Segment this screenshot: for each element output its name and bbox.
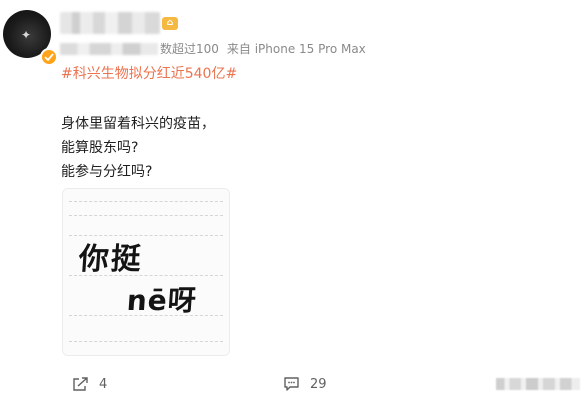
comment-count: 29: [310, 376, 327, 392]
vip-level-icon: ⌂: [162, 17, 178, 30]
paper-rule: [69, 215, 223, 216]
handwriting-line-2: nē呀: [125, 284, 198, 317]
verified-badge-icon: [40, 48, 58, 66]
read-count: 数超过100: [160, 42, 219, 56]
post-source: 来自 iPhone 15 Pro Max: [226, 42, 366, 56]
paper-rule: [69, 201, 223, 202]
body-line-3: 能参与分红吗?: [61, 164, 153, 180]
body-line-1: 身体里留着科兴的疫苗，: [61, 116, 215, 132]
paper-rule: [69, 341, 223, 342]
post-image-thumbnail[interactable]: 你挺 nē呀: [62, 188, 230, 356]
like-area-redacted: [496, 378, 580, 390]
share-count: 4: [99, 376, 108, 392]
post-meta: 数超过100 来自 iPhone 15 Pro Max: [60, 40, 366, 56]
handwriting-line-1: 你挺: [77, 242, 144, 277]
like-button[interactable]: [496, 372, 580, 396]
comment-icon: [284, 377, 299, 391]
avatar-emblem-icon: ✦: [20, 28, 32, 42]
action-bar: 4 29: [0, 372, 586, 396]
weibo-post: ✦ ⌂ 数超过100 来自 iPhone 15 Pro Max #科兴生物拟分红近…: [0, 0, 586, 401]
body-line-2: 能算股东吗?: [61, 140, 139, 156]
post-time-redacted: [60, 42, 158, 55]
author-avatar-group[interactable]: ✦: [3, 10, 58, 66]
comment-button[interactable]: 29: [283, 372, 327, 396]
topic-hashtag-link[interactable]: #科兴生物拟分红近540亿#: [61, 63, 237, 83]
share-button[interactable]: 4: [72, 372, 107, 396]
author-name-redacted[interactable]: [60, 12, 160, 34]
share-icon: [73, 377, 88, 391]
